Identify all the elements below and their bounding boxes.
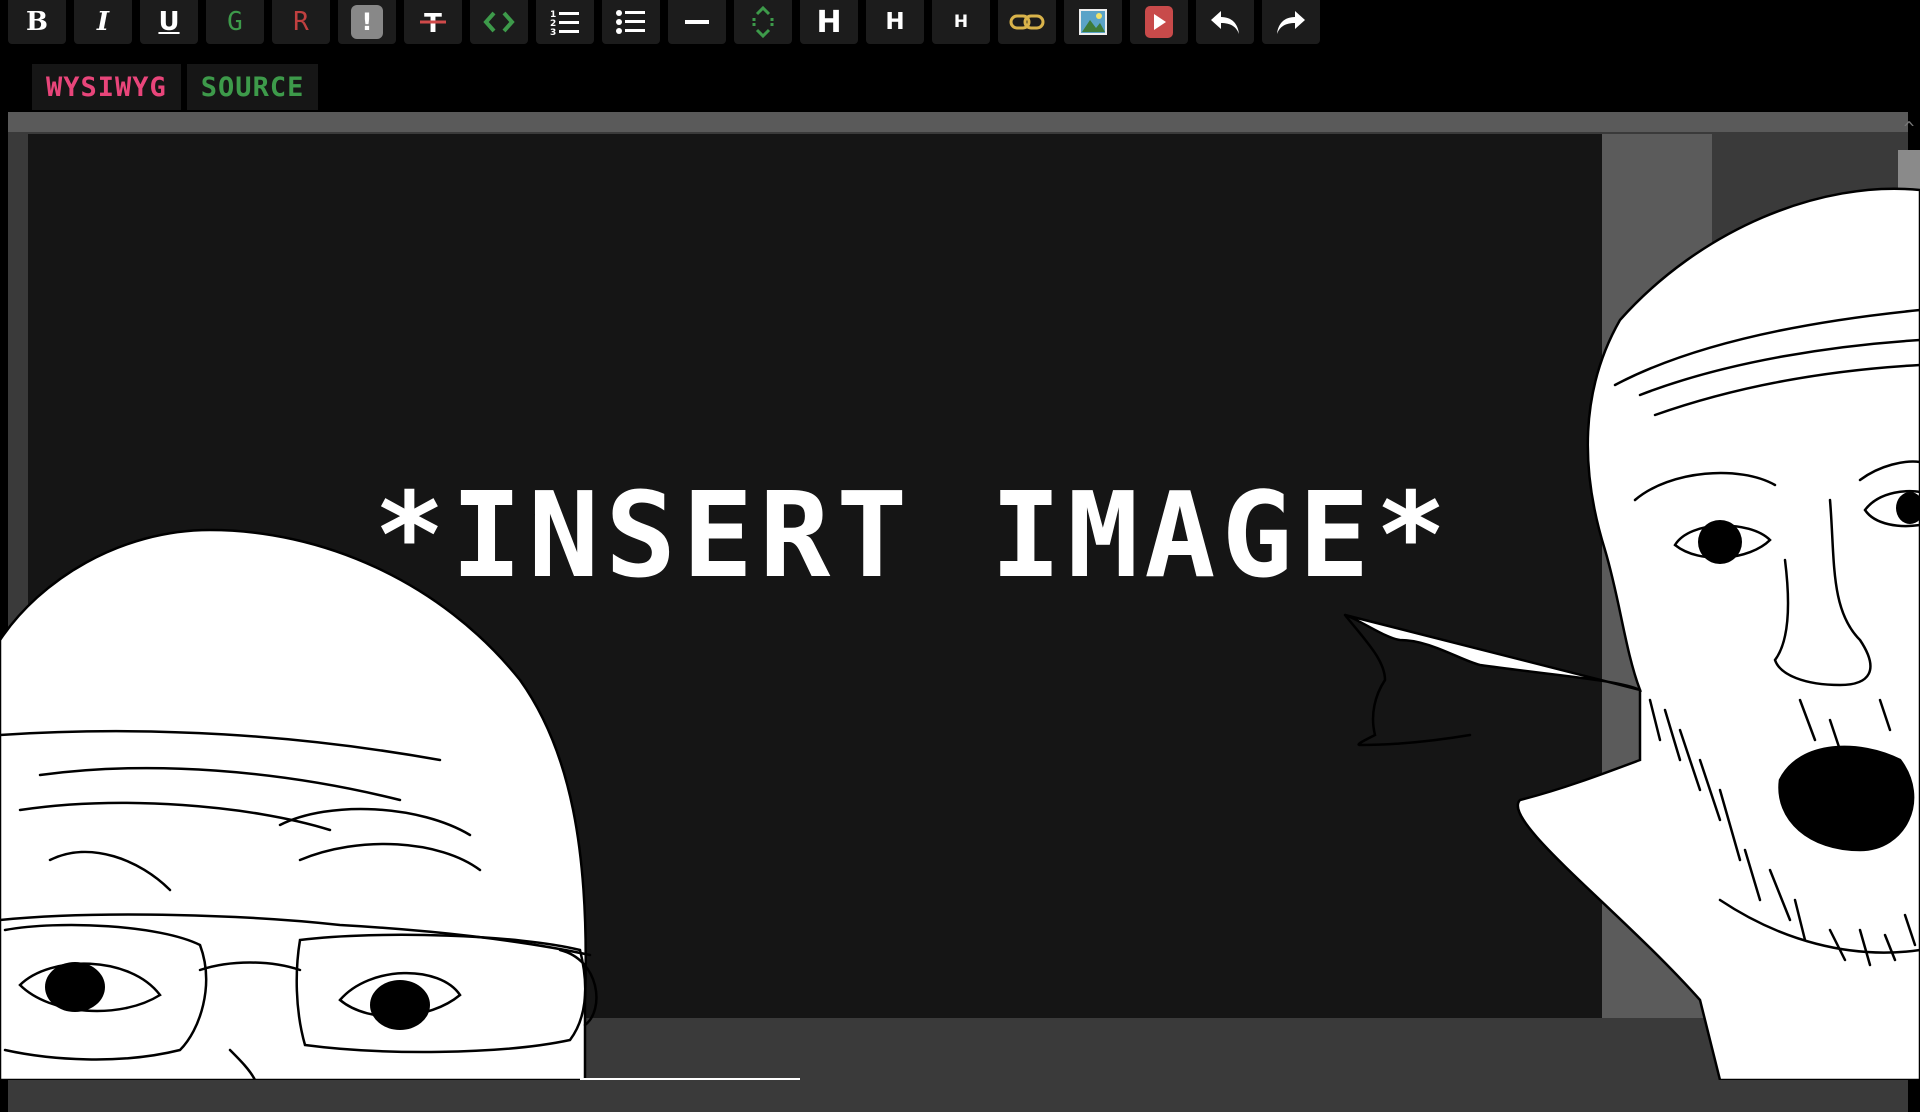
left-wojak-illustration — [0, 528, 598, 1080]
meme-overlay-illustration — [0, 187, 1920, 1080]
right-wojak-illustration — [1343, 187, 1920, 1080]
